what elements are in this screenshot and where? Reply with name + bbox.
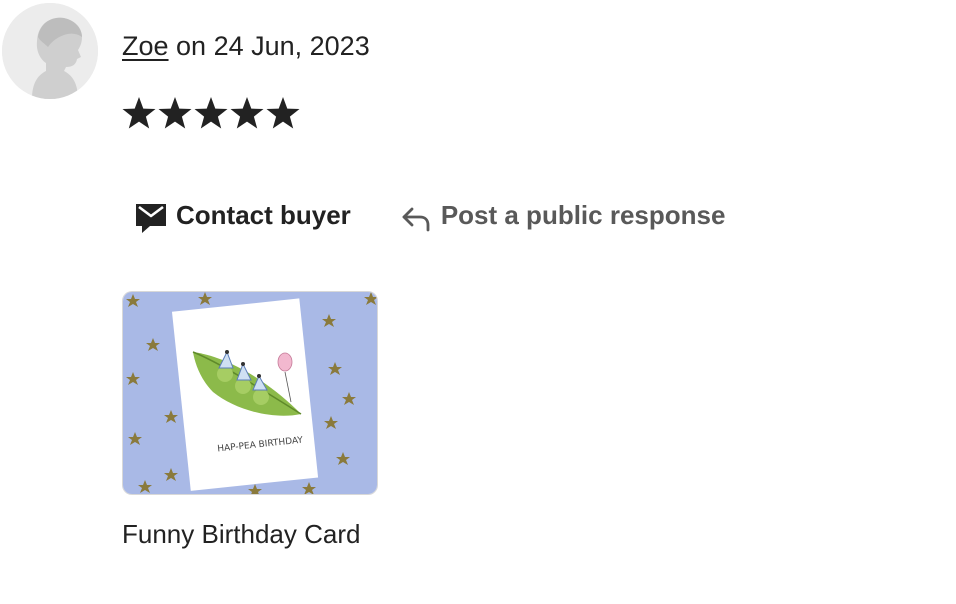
product-title[interactable]: Funny Birthday Card — [122, 516, 360, 552]
review-actions: Contact buyer Post a public response — [134, 196, 725, 234]
star-icon — [122, 97, 156, 129]
post-public-response-button[interactable]: Post a public response — [401, 198, 726, 232]
reviewer-avatar — [2, 3, 98, 99]
date-prefix: on — [168, 31, 214, 61]
star-rating — [121, 94, 301, 134]
contact-buyer-label: Contact buyer — [176, 199, 351, 230]
envelope-chat-icon — [134, 202, 168, 234]
contact-buyer-button[interactable]: Contact buyer — [134, 196, 351, 234]
review-header: Zoe on 24 Jun, 2023 — [122, 28, 370, 64]
star-icon — [230, 97, 264, 129]
star-icon — [194, 97, 228, 129]
person-silhouette-icon — [2, 3, 98, 99]
star-icon — [158, 97, 192, 129]
post-public-response-label: Post a public response — [440, 199, 726, 230]
reply-arrow-icon — [401, 206, 431, 232]
review-date: 24 Jun, 2023 — [213, 31, 370, 61]
star-icon — [266, 97, 300, 129]
reviewer-name-link[interactable]: Zoe — [122, 31, 169, 61]
product-image[interactable]: HAP-PEA BIRTHDAY — [122, 291, 378, 495]
